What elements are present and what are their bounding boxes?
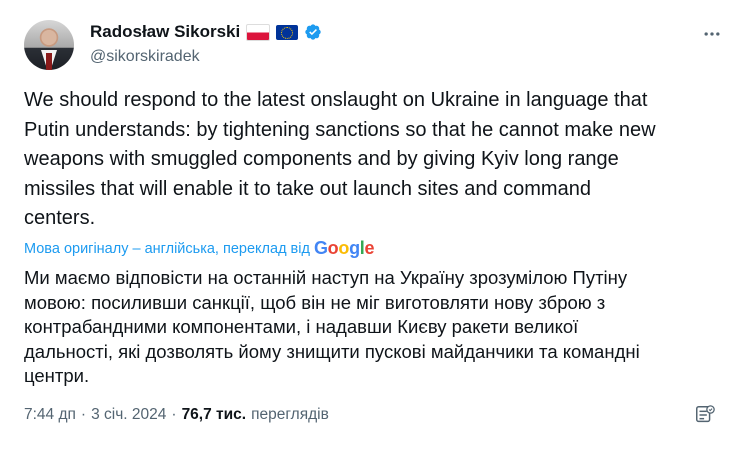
meta-separator-2: ·	[171, 406, 177, 423]
views-label: переглядів	[251, 406, 329, 423]
tweet-header: Radosław Sikorski @sikorskiradek	[24, 20, 724, 72]
more-dots-icon	[704, 32, 720, 36]
views-count: 76,7 тис.	[181, 406, 247, 423]
tweet-card: Radosław Sikorski @sikorskiradek We shou…	[0, 0, 740, 457]
avatar[interactable]	[24, 20, 74, 70]
avatar-tie	[46, 53, 52, 70]
tweet-date[interactable]: 3 січ. 2024	[91, 406, 166, 424]
eu-flag-icon	[276, 24, 299, 40]
grok-translate-icon[interactable]	[694, 404, 716, 426]
translation-note[interactable]: Мова оригіналу – англійська, переклад ві…	[24, 238, 374, 259]
translated-text: Ми маємо відповісти на останній наступ н…	[24, 267, 640, 386]
more-icon[interactable]	[700, 22, 724, 46]
poland-flag-icon	[246, 23, 271, 41]
tweet-text: We should respond to the latest onslaugh…	[24, 89, 656, 229]
author-name[interactable]: Radosław Sikorski	[90, 22, 240, 42]
verified-badge-icon	[305, 24, 321, 40]
name-row: Radosław Sikorski	[90, 22, 322, 42]
tweet-time[interactable]: 7:44 дп	[24, 406, 76, 424]
author-handle[interactable]: @sikorskiradek	[90, 48, 200, 66]
google-logo: Google	[313, 238, 375, 258]
meta-separator: ·	[80, 406, 87, 423]
translation-note-text: Мова оригіналу – англійська, переклад ві…	[24, 240, 310, 257]
tweet-meta: 7:44 дп · 3 січ. 2024 · 76,7 тис. перегл…	[24, 406, 329, 424]
